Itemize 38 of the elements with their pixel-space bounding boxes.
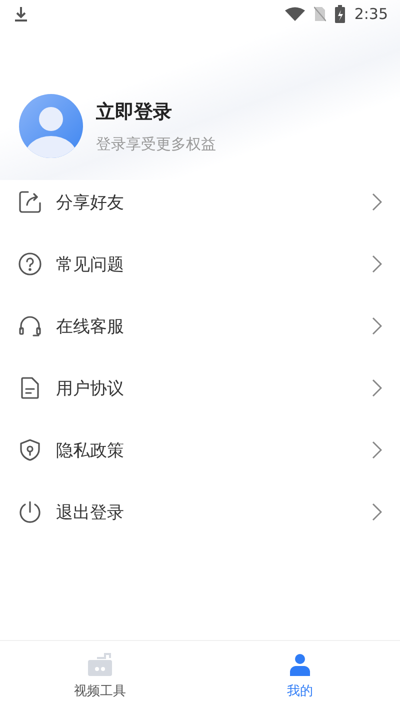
nav-tab[interactable]: 视频工具 — [0, 641, 200, 711]
nav-tab[interactable]: 我的 — [200, 641, 400, 711]
person-icon — [288, 652, 312, 676]
chevron-right-icon — [372, 379, 382, 397]
menu-item[interactable]: 退出登录 — [0, 481, 400, 543]
share-icon — [18, 190, 42, 214]
login-subtitle: 登录享受更多权益 — [96, 134, 216, 154]
menu-label: 隐私政策 — [56, 440, 125, 462]
chevron-right-icon — [372, 317, 382, 335]
headset-icon — [18, 314, 42, 338]
menu-label: 在线客服 — [56, 316, 125, 338]
menu-item[interactable]: 用户协议 — [0, 357, 400, 419]
document-icon — [18, 376, 42, 400]
menu-label: 分享好友 — [56, 192, 125, 214]
menu-item[interactable]: 在线客服 — [0, 295, 400, 357]
chevron-right-icon — [372, 503, 382, 521]
download-icon — [14, 6, 28, 22]
chevron-right-icon — [372, 255, 382, 273]
menu-item[interactable]: 隐私政策 — [0, 419, 400, 481]
nav-label: 我的 — [287, 683, 313, 700]
menu-label: 用户协议 — [56, 378, 125, 400]
shield-icon — [18, 438, 42, 462]
menu-item[interactable]: 常见问题 — [0, 233, 400, 295]
menu-label: 常见问题 — [56, 254, 125, 276]
chevron-right-icon — [372, 193, 382, 211]
wifi-icon — [285, 7, 306, 21]
nav-label: 视频工具 — [74, 683, 126, 700]
no-sim-icon — [314, 6, 326, 22]
status-time: 2:35 — [354, 5, 388, 23]
menu-item[interactable]: 分享好友 — [0, 171, 400, 233]
menu-label: 退出登录 — [56, 502, 125, 524]
battery-icon — [335, 5, 346, 23]
login-title[interactable]: 立即登录 — [96, 98, 216, 124]
avatar-icon[interactable] — [19, 94, 83, 158]
help-icon — [18, 252, 42, 276]
power-icon — [18, 500, 42, 524]
chevron-right-icon — [372, 441, 382, 459]
video-camera-icon — [87, 652, 113, 676]
